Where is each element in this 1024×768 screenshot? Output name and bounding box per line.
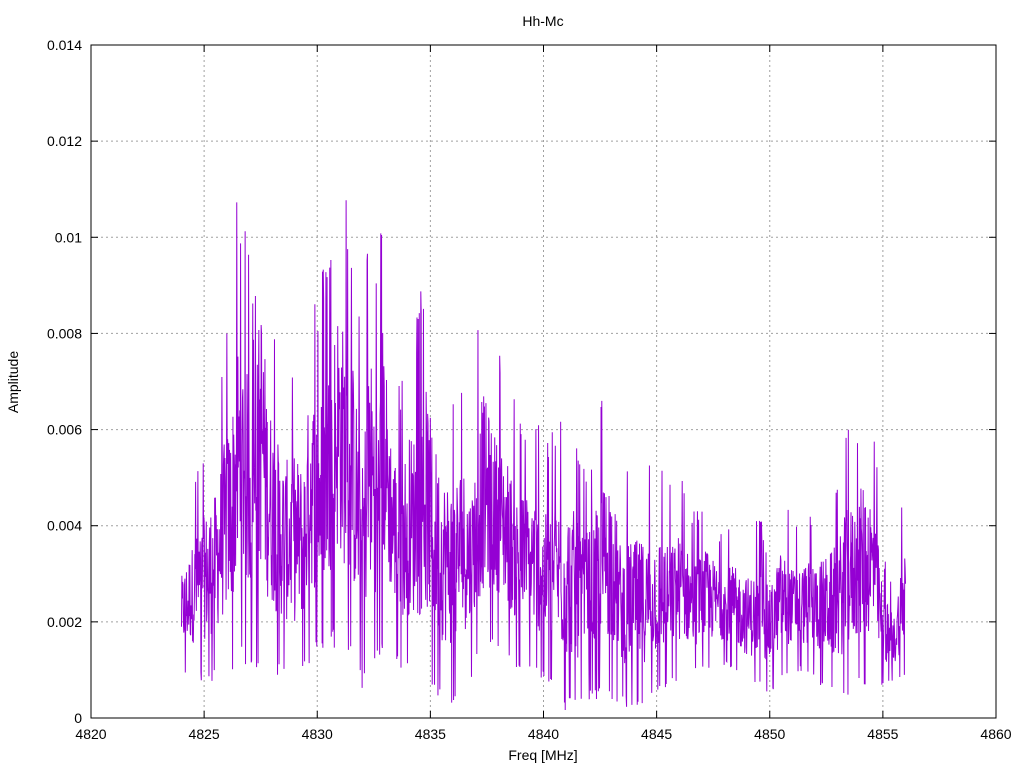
x-axis-label: Freq [MHz] bbox=[508, 747, 577, 763]
y-tick-label: 0.004 bbox=[47, 518, 82, 534]
chart-background bbox=[0, 0, 1024, 768]
y-tick-label: 0 bbox=[74, 710, 82, 726]
y-tick-label: 0.014 bbox=[47, 37, 82, 53]
y-axis-label: Amplitude bbox=[5, 351, 21, 413]
chart: 4820 4825 4830 4835 4840 4845 4850 4855 4860 0 0.… bbox=[0, 0, 1024, 768]
chart-title: Hh-Mc bbox=[522, 13, 563, 29]
x-tick-label: 4855 bbox=[867, 726, 898, 742]
x-tick-label: 4825 bbox=[189, 726, 220, 742]
x-tick-label: 4860 bbox=[980, 726, 1011, 742]
y-tick-label: 0.006 bbox=[47, 422, 82, 438]
x-tick-label: 4850 bbox=[754, 726, 785, 742]
x-tick-label: 4820 bbox=[75, 726, 106, 742]
x-tick-label: 4830 bbox=[302, 726, 333, 742]
x-tick-label: 4845 bbox=[641, 726, 672, 742]
x-tick-label: 4835 bbox=[415, 726, 446, 742]
y-tick-label: 0.008 bbox=[47, 325, 82, 341]
y-tick-label: 0.012 bbox=[47, 133, 82, 149]
y-tick-label: 0.002 bbox=[47, 614, 82, 630]
x-tick-label: 4840 bbox=[528, 726, 559, 742]
x-axis-tick-labels: 4820 4825 4830 4835 4840 4845 4850 4855 4860 bbox=[75, 726, 1011, 742]
y-tick-label: 0.01 bbox=[55, 229, 82, 245]
